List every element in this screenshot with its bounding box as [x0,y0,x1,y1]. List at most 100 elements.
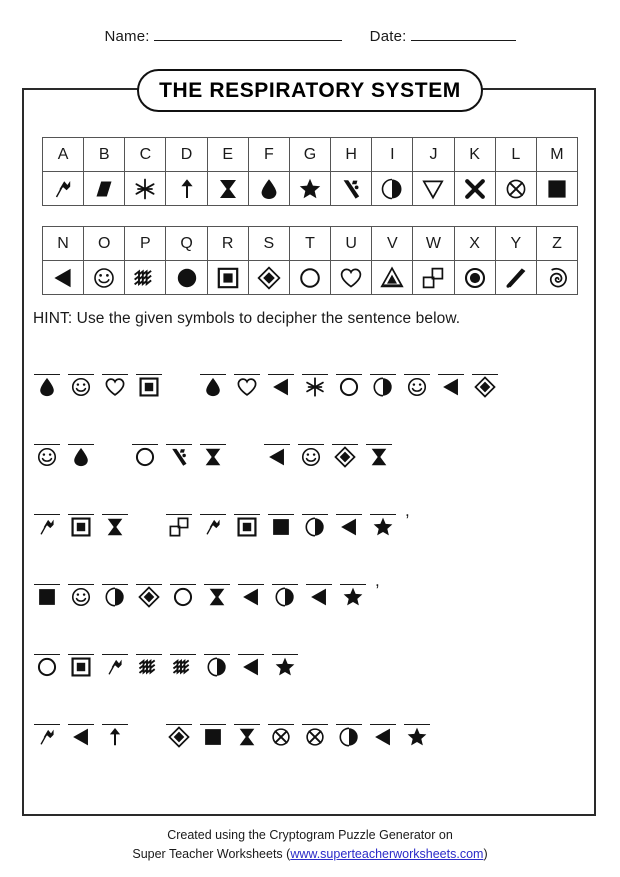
answer-blank-line[interactable] [170,570,196,585]
answer-blank-line[interactable] [238,640,264,655]
answer-blank-line[interactable] [34,570,60,585]
puzzle-letter-slot[interactable] [233,360,261,400]
answer-blank-line[interactable] [234,710,260,725]
answer-blank-line[interactable] [34,640,60,655]
puzzle-letter-slot[interactable] [203,570,231,610]
puzzle-letter-slot[interactable] [301,710,329,750]
puzzle-letter-slot[interactable] [135,570,163,610]
puzzle-letter-slot[interactable] [67,640,95,680]
puzzle-letter-slot[interactable] [67,360,95,400]
answer-blank-line[interactable] [234,500,260,515]
answer-blank-line[interactable] [302,500,328,515]
answer-blank-line[interactable] [68,710,94,725]
answer-blank-line[interactable] [302,360,328,375]
answer-blank-line[interactable] [268,710,294,725]
puzzle-letter-slot[interactable] [203,640,231,680]
answer-blank-line[interactable] [268,360,294,375]
puzzle-letter-slot[interactable] [339,570,367,610]
answer-blank-line[interactable] [306,570,332,585]
puzzle-letter-slot[interactable] [233,710,261,750]
answer-blank-line[interactable] [336,710,362,725]
puzzle-letter-slot[interactable] [67,710,95,750]
answer-blank-line[interactable] [68,570,94,585]
answer-blank-line[interactable] [34,360,60,375]
answer-blank-line[interactable] [34,500,60,515]
answer-blank-line[interactable] [370,360,396,375]
answer-blank-line[interactable] [166,710,192,725]
puzzle-letter-slot[interactable] [267,360,295,400]
puzzle-letter-slot[interactable] [199,360,227,400]
answer-blank-line[interactable] [264,430,290,445]
answer-blank-line[interactable] [200,430,226,445]
puzzle-letter-slot[interactable] [135,360,163,400]
answer-blank-line[interactable] [272,570,298,585]
answer-blank-line[interactable] [166,430,192,445]
answer-blank-line[interactable] [136,570,162,585]
answer-blank-line[interactable] [336,500,362,515]
puzzle-letter-slot[interactable] [403,360,431,400]
puzzle-letter-slot[interactable] [369,710,397,750]
puzzle-letter-slot[interactable] [199,710,227,750]
puzzle-letter-slot[interactable] [33,570,61,610]
puzzle-letter-slot[interactable] [271,570,299,610]
puzzle-letter-slot[interactable] [169,640,197,680]
puzzle-letter-slot[interactable] [233,500,261,540]
answer-blank-line[interactable] [68,430,94,445]
answer-blank-line[interactable] [404,710,430,725]
answer-blank-line[interactable] [34,430,60,445]
answer-blank-line[interactable] [102,360,128,375]
puzzle-letter-slot[interactable] [199,500,227,540]
puzzle-letter-slot[interactable] [101,640,129,680]
answer-blank-line[interactable] [472,360,498,375]
answer-blank-line[interactable] [370,710,396,725]
puzzle-letter-slot[interactable] [335,360,363,400]
puzzle-letter-slot[interactable] [335,710,363,750]
puzzle-letter-slot[interactable] [369,360,397,400]
puzzle-letter-slot[interactable] [33,710,61,750]
puzzle-letter-slot[interactable] [101,500,129,540]
answer-blank-line[interactable] [132,430,158,445]
answer-blank-line[interactable] [298,430,324,445]
puzzle-letter-slot[interactable] [199,430,227,470]
puzzle-letter-slot[interactable] [33,430,61,470]
puzzle-letter-slot[interactable] [301,500,329,540]
puzzle-letter-slot[interactable] [365,430,393,470]
answer-blank-line[interactable] [438,360,464,375]
answer-blank-line[interactable] [34,710,60,725]
answer-blank-line[interactable] [268,500,294,515]
answer-blank-line[interactable] [340,570,366,585]
puzzle-letter-slot[interactable] [267,710,295,750]
footer-url-link[interactable]: www.superteacherworksheets.com [290,847,483,861]
answer-blank-line[interactable] [200,710,226,725]
answer-blank-line[interactable] [102,640,128,655]
puzzle-letter-slot[interactable] [67,430,95,470]
answer-blank-line[interactable] [68,360,94,375]
puzzle-letter-slot[interactable] [297,430,325,470]
puzzle-letter-slot[interactable] [101,710,129,750]
answer-blank-line[interactable] [102,500,128,515]
puzzle-letter-slot[interactable] [403,710,431,750]
answer-blank-line[interactable] [136,360,162,375]
puzzle-letter-slot[interactable] [331,430,359,470]
puzzle-letter-slot[interactable] [305,570,333,610]
puzzle-letter-slot[interactable] [135,640,163,680]
puzzle-letter-slot[interactable] [271,640,299,680]
puzzle-letter-slot[interactable] [165,430,193,470]
answer-blank-line[interactable] [200,360,226,375]
answer-blank-line[interactable] [68,500,94,515]
answer-blank-line[interactable] [366,430,392,445]
puzzle-letter-slot[interactable] [67,570,95,610]
puzzle-letter-slot[interactable] [33,360,61,400]
answer-blank-line[interactable] [238,570,264,585]
puzzle-letter-slot[interactable] [165,710,193,750]
puzzle-letter-slot[interactable] [33,640,61,680]
answer-blank-line[interactable] [404,360,430,375]
puzzle-letter-slot[interactable] [237,570,265,610]
answer-blank-line[interactable] [272,640,298,655]
name-input-line[interactable] [153,28,342,41]
answer-blank-line[interactable] [102,710,128,725]
answer-blank-line[interactable] [302,710,328,725]
answer-blank-line[interactable] [332,430,358,445]
date-input-line[interactable] [410,28,516,41]
answer-blank-line[interactable] [204,640,230,655]
